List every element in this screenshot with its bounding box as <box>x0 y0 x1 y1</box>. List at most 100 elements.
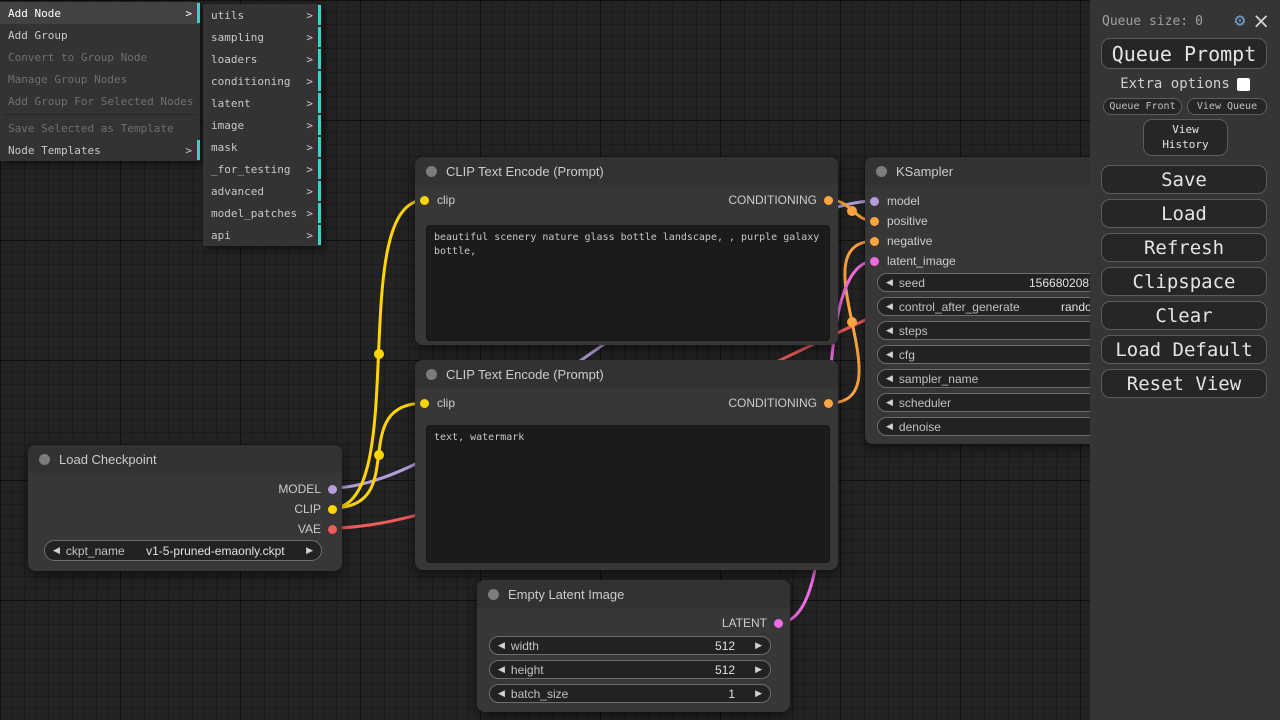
increment-arrow-icon[interactable]: ▶ <box>755 665 762 674</box>
node-title: CLIP Text Encode (Prompt) <box>446 367 604 382</box>
increment-arrow-icon[interactable]: ▶ <box>306 546 313 555</box>
submenu-item-sampling[interactable]: sampling > <box>203 26 321 48</box>
collapse-dot-icon[interactable] <box>39 454 50 465</box>
output-label: CONDITIONING <box>728 193 817 207</box>
decrement-arrow-icon[interactable]: ◀ <box>886 398 893 407</box>
close-icon[interactable]: × <box>1252 11 1270 32</box>
widget-value: 1566802087 <box>1029 276 1096 290</box>
input-port-latent-image[interactable] <box>870 257 879 266</box>
node-title-bar[interactable]: Load Checkpoint <box>28 445 342 473</box>
output-port-conditioning[interactable] <box>824 196 833 205</box>
submenu-caret-icon: > <box>306 53 313 66</box>
submenu-caret-icon: > <box>306 31 313 44</box>
node-title-bar[interactable]: CLIP Text Encode (Prompt) <box>415 157 838 185</box>
node-load-checkpoint[interactable]: Load Checkpoint MODEL CLIP VAE ◀ ckpt_na… <box>28 445 342 571</box>
widget-value: v1-5-pruned-emaonly.ckpt <box>131 544 300 558</box>
queue-sidebar: Queue size: 0 ⚙ × Queue Prompt Extra opt… <box>1090 0 1280 720</box>
queue-prompt-button[interactable]: Queue Prompt <box>1101 38 1267 69</box>
node-title: Empty Latent Image <box>508 587 624 602</box>
submenu-item-model-patches[interactable]: model_patches > <box>203 202 321 224</box>
menu-item-add-group[interactable]: Add Group <box>0 24 200 46</box>
input-port-negative[interactable] <box>870 237 879 246</box>
output-port-vae[interactable] <box>328 525 337 534</box>
input-port-clip[interactable] <box>420 196 429 205</box>
increment-arrow-icon[interactable]: ▶ <box>755 689 762 698</box>
decrement-arrow-icon[interactable]: ◀ <box>498 641 505 650</box>
menu-item-add-group-for-selected-nodes[interactable]: Add Group For Selected Nodes <box>0 90 200 112</box>
widget-width[interactable]: ◀ width 512 ▶ <box>489 636 771 655</box>
queue-front-button[interactable]: Queue Front <box>1103 98 1182 115</box>
widget-ckpt-name[interactable]: ◀ ckpt_name v1-5-pruned-emaonly.ckpt ▶ <box>44 540 322 561</box>
queue-size-label: Queue size: <box>1102 14 1188 29</box>
output-label: MODEL <box>278 482 321 496</box>
submenu-item-conditioning[interactable]: conditioning > <box>203 70 321 92</box>
node-empty-latent-image[interactable]: Empty Latent Image LATENT ◀ width 512 ▶ … <box>477 580 790 712</box>
submenu-caret-icon: > <box>306 141 313 154</box>
decrement-arrow-icon[interactable]: ◀ <box>886 350 893 359</box>
view-history-button[interactable]: View History <box>1143 119 1228 156</box>
submenu-caret-icon: > <box>306 9 313 22</box>
clear-button[interactable]: Clear <box>1101 301 1267 330</box>
submenu-tip <box>318 159 321 179</box>
collapse-dot-icon[interactable] <box>426 166 437 177</box>
increment-arrow-icon[interactable]: ▶ <box>755 641 762 650</box>
settings-gear-icon[interactable]: ⚙ <box>1235 12 1246 30</box>
load-default-button[interactable]: Load Default <box>1101 335 1267 364</box>
input-port-clip[interactable] <box>420 399 429 408</box>
prompt-textarea[interactable]: beautiful scenery nature glass bottle la… <box>426 225 830 341</box>
decrement-arrow-icon[interactable]: ◀ <box>886 278 893 287</box>
decrement-arrow-icon[interactable]: ◀ <box>53 546 60 555</box>
node-clip-text-encode-positive[interactable]: CLIP Text Encode (Prompt) clip CONDITION… <box>415 157 838 345</box>
submenu-item-mask[interactable]: mask > <box>203 136 321 158</box>
submenu-item-latent[interactable]: latent > <box>203 92 321 114</box>
view-queue-button[interactable]: View Queue <box>1187 98 1267 115</box>
menu-item-save-selected-as-template[interactable]: Save Selected as Template <box>0 117 200 139</box>
menu-item-node-templates[interactable]: Node Templates > <box>0 139 200 161</box>
widget-value: 512 <box>715 663 735 677</box>
submenu-tip <box>318 49 321 69</box>
widget-batch-size[interactable]: ◀ batch_size 1 ▶ <box>489 684 771 703</box>
collapse-dot-icon[interactable] <box>426 369 437 380</box>
node-title-bar[interactable]: CLIP Text Encode (Prompt) <box>415 360 838 388</box>
prompt-textarea[interactable]: text, watermark <box>426 425 830 563</box>
decrement-arrow-icon[interactable]: ◀ <box>886 374 893 383</box>
menu-item-add-node[interactable]: Add Node > <box>0 2 200 24</box>
menu-item-convert-to-group-node[interactable]: Convert to Group Node <box>0 46 200 68</box>
input-label: positive <box>887 214 928 228</box>
input-label: model <box>887 194 920 208</box>
submenu-caret-icon: > <box>185 144 192 157</box>
decrement-arrow-icon[interactable]: ◀ <box>886 422 893 431</box>
decrement-arrow-icon[interactable]: ◀ <box>498 665 505 674</box>
submenu-caret-icon: > <box>306 229 313 242</box>
load-button[interactable]: Load <box>1101 199 1267 228</box>
output-port-latent[interactable] <box>774 619 783 628</box>
collapse-dot-icon[interactable] <box>876 166 887 177</box>
output-port-clip[interactable] <box>328 505 337 514</box>
extra-options-checkbox[interactable] <box>1237 78 1250 91</box>
refresh-button[interactable]: Refresh <box>1101 233 1267 262</box>
submenu-tip <box>197 140 200 160</box>
decrement-arrow-icon[interactable]: ◀ <box>886 302 893 311</box>
node-clip-text-encode-negative[interactable]: CLIP Text Encode (Prompt) clip CONDITION… <box>415 360 838 570</box>
save-button[interactable]: Save <box>1101 165 1267 194</box>
widget-height[interactable]: ◀ height 512 ▶ <box>489 660 771 679</box>
submenu-tip <box>318 27 321 47</box>
decrement-arrow-icon[interactable]: ◀ <box>886 326 893 335</box>
input-port-positive[interactable] <box>870 217 879 226</box>
node-title-bar[interactable]: Empty Latent Image <box>477 580 790 608</box>
reset-view-button[interactable]: Reset View <box>1101 369 1267 398</box>
submenu-item-utils[interactable]: utils > <box>203 4 321 26</box>
input-port-model[interactable] <box>870 197 879 206</box>
clipspace-button[interactable]: Clipspace <box>1101 267 1267 296</box>
output-port-conditioning[interactable] <box>824 399 833 408</box>
submenu-item-api[interactable]: api > <box>203 224 321 246</box>
decrement-arrow-icon[interactable]: ◀ <box>498 689 505 698</box>
submenu-item-image[interactable]: image > <box>203 114 321 136</box>
collapse-dot-icon[interactable] <box>488 589 499 600</box>
submenu-item-for-testing[interactable]: _for_testing > <box>203 158 321 180</box>
submenu-item-loaders[interactable]: loaders > <box>203 48 321 70</box>
menu-item-manage-group-nodes[interactable]: Manage Group Nodes <box>0 68 200 90</box>
output-port-model[interactable] <box>328 485 337 494</box>
submenu-caret-icon: > <box>306 163 313 176</box>
submenu-item-advanced[interactable]: advanced > <box>203 180 321 202</box>
